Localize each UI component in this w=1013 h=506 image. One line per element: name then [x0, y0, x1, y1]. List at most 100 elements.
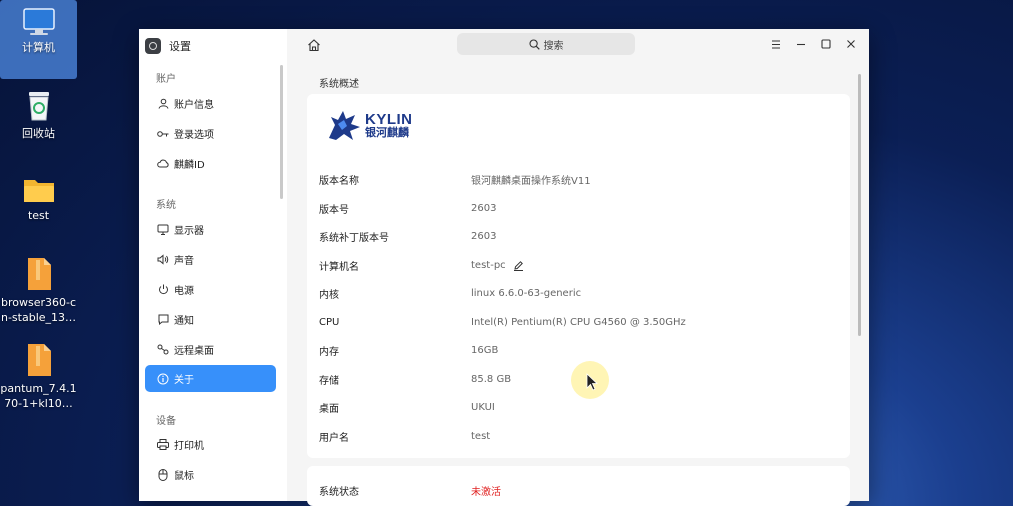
info-value: Intel(R) Pentium(R) CPU G4560 @ 3.50GHz [471, 316, 686, 328]
sidebar-item-kylin-id[interactable]: 麒麟ID [145, 150, 276, 177]
sidebar-item-sound[interactable]: 声音 [145, 246, 276, 273]
close-icon [846, 40, 855, 48]
package-icon [27, 258, 51, 290]
kylin-logo-text: KYLIN [365, 110, 413, 128]
status-key: 系统状态 [319, 487, 359, 498]
desktop-icon-trash[interactable]: 回收站 [0, 90, 77, 141]
sidebar-item-label: 关于 [174, 375, 194, 386]
info-row-patch-version: 系统补丁版本号 2603 [319, 226, 839, 246]
info-key: 版本号 [319, 204, 349, 216]
info-key: CPU [319, 316, 340, 328]
info-value: UKUI [471, 401, 495, 413]
remote-desktop-icon [157, 344, 169, 356]
info-row-memory: 内存 16GB [319, 340, 839, 360]
sidebar-item-notification[interactable]: 通知 [145, 306, 276, 333]
cloud-icon [157, 158, 169, 170]
sidebar-item-display[interactable]: 显示器 [145, 216, 276, 243]
desktop-icon-browser360-package[interactable]: browser360-c n-stable_13… [0, 257, 77, 325]
sidebar-item-remote-desktop[interactable]: 远程桌面 [145, 336, 276, 363]
sidebar-item-printer[interactable]: 打印机 [145, 431, 276, 458]
sidebar-section-devices: 设备 [156, 416, 176, 427]
key-icon [157, 128, 169, 140]
sidebar: 设置 账户 账户信息 登录选项 麒麟ID 系统 显示器 声音 电源 通知 远程桌… [139, 29, 287, 501]
sidebar-item-label: 通知 [174, 316, 194, 327]
sidebar-item-label: 打印机 [174, 441, 204, 452]
page-title: 系统概述 [319, 79, 359, 90]
info-value: 2603 [471, 230, 497, 242]
sidebar-item-label: 鼠标 [174, 471, 194, 482]
sidebar-item-label: 显示器 [174, 226, 204, 237]
info-key: 存储 [319, 375, 339, 387]
sidebar-item-about[interactable]: 关于 [145, 365, 276, 392]
mouse-icon [157, 468, 169, 481]
sidebar-item-label: 声音 [174, 256, 194, 267]
search-placeholder: 搜索 [543, 40, 564, 52]
package-icon [27, 344, 51, 376]
system-info-card: KYLIN 银河麒麟 版本名称 银河麒麟桌面操作系统V11 版本号 2603 系… [307, 94, 850, 458]
home-icon[interactable] [307, 38, 321, 52]
info-value: 16GB [471, 344, 499, 356]
minimize-icon [796, 43, 805, 45]
trash-icon [28, 92, 49, 121]
content-scrollbar[interactable] [858, 74, 861, 336]
activation-status-link[interactable]: 未激活 [471, 483, 501, 498]
search-icon [528, 38, 540, 50]
desktop-icon-computer[interactable]: 计算机 [0, 0, 77, 79]
sidebar-item-power[interactable]: 电源 [145, 276, 276, 303]
sidebar-scrollbar[interactable] [280, 65, 283, 199]
info-row-computer-name: 计算机名 test-pc [319, 255, 839, 275]
maximize-button[interactable] [813, 37, 838, 51]
speaker-icon [157, 254, 169, 266]
info-value: 85.8 GB [471, 373, 512, 385]
desktop-icon-folder[interactable]: test [0, 176, 77, 223]
system-status-card: 系统状态 未激活 [307, 466, 850, 506]
sidebar-item-label: 麒麟ID [174, 160, 205, 171]
mouse-cursor-icon [586, 373, 598, 391]
info-row-kernel: 内核 linux 6.6.0-63-generic [319, 283, 839, 303]
info-value: 2603 [471, 202, 497, 214]
close-button[interactable] [838, 37, 863, 51]
desktop-icon-label-line2: 70-1+kl10… [4, 397, 73, 410]
info-value: test [471, 430, 491, 442]
info-key: 内存 [319, 346, 339, 358]
computer-name-value: test-pc [471, 259, 506, 271]
info-key: 桌面 [319, 403, 339, 415]
computer-icon [22, 8, 55, 35]
menu-button[interactable] [763, 37, 788, 51]
info-row-desktop: 桌面 UKUI [319, 397, 839, 417]
info-value: linux 6.6.0-63-generic [471, 287, 582, 299]
sidebar-item-mouse[interactable]: 鼠标 [145, 461, 276, 488]
maximize-icon [820, 39, 831, 49]
folder-icon [23, 180, 54, 202]
info-key: 内核 [319, 289, 339, 301]
notification-icon [157, 314, 169, 326]
sidebar-item-account-info[interactable]: 账户信息 [145, 90, 276, 117]
info-row-version-name: 版本名称 银河麒麟桌面操作系统V11 [319, 169, 839, 189]
power-icon [157, 284, 169, 296]
settings-window: 设置 账户 账户信息 登录选项 麒麟ID 系统 显示器 声音 电源 通知 远程桌… [139, 29, 869, 506]
user-icon [157, 98, 169, 110]
info-value: 银河麒麟桌面操作系统V11 [471, 175, 591, 187]
printer-icon [157, 439, 169, 451]
desktop-icon-label-line2: n-stable_13… [0, 311, 77, 324]
search-input[interactable]: 搜索 [457, 33, 635, 55]
sidebar-item-label: 登录选项 [174, 130, 214, 141]
info-key: 系统补丁版本号 [319, 232, 389, 244]
info-key: 计算机名 [319, 261, 359, 273]
sidebar-item-label: 远程桌面 [174, 346, 214, 357]
monitor-icon [157, 224, 169, 236]
sidebar-item-label: 电源 [174, 286, 194, 297]
minimize-button[interactable] [788, 37, 813, 51]
desktop-icon-label: 回收站 [22, 127, 55, 140]
window-title: 设置 [169, 40, 191, 53]
info-value: test-pc [471, 260, 524, 271]
edit-icon[interactable] [513, 260, 524, 271]
desktop-icon-pantum-package[interactable]: pantum_7.4.1 70-1+kl10… [0, 343, 77, 411]
window-controls [763, 37, 863, 51]
desktop-icon-label-line1: browser360-c [0, 296, 77, 309]
sidebar-section-system: 系统 [156, 200, 176, 211]
kylin-logo: KYLIN 银河麒麟 [325, 107, 413, 143]
settings-app-icon [145, 38, 161, 54]
sidebar-item-label: 账户信息 [174, 100, 214, 111]
sidebar-item-login-options[interactable]: 登录选项 [145, 120, 276, 147]
